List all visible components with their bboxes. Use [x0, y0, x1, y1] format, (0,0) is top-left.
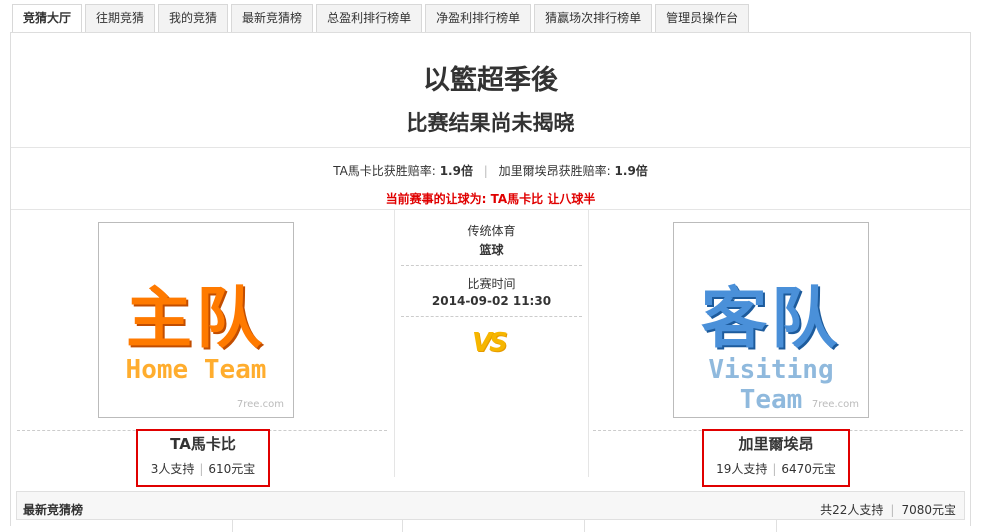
home-team-image: 主队 Home Team 7ree.com [98, 222, 294, 418]
tab-past-guesses[interactable]: 往期竞猜 [85, 4, 156, 32]
tab-net-profit-ranking[interactable]: 净盈利排行榜单 [425, 4, 532, 32]
home-team-name[interactable]: TA馬卡比 [138, 433, 268, 454]
match-panel: 以籃超季後 比赛结果尚未揭晓 TA馬卡比获胜赔率: 1.9倍 | 加里爾埃昂获胜… [10, 32, 971, 532]
board-total-supporters: 共22人支持 [820, 503, 884, 517]
watermark: 7ree.com [811, 399, 859, 410]
match-info: 传统体育 篮球 比赛时间 2014-09-02 11:30 VS [394, 210, 589, 477]
home-odds-value: 1.9倍 [439, 164, 473, 178]
tab-bar: 竞猜大厅 往期竞猜 我的竞猜 最新竞猜榜 总盈利排行榜单 净盈利排行榜单 猜赢场… [12, 4, 752, 33]
watermark: 7ree.com [236, 399, 284, 410]
divider: | [483, 164, 488, 178]
away-team-name[interactable]: 加里爾埃昂 [704, 433, 848, 454]
away-team-card[interactable]: 加里爾埃昂 19人支持 | 6470元宝 [702, 429, 850, 487]
divider [584, 520, 585, 532]
tab-admin-console[interactable]: 管理员操作台 [655, 4, 750, 32]
home-team-image-en: Home Team [125, 355, 267, 385]
tab-win-count-ranking[interactable]: 猜赢场次排行榜单 [534, 4, 653, 32]
tab-total-profit-ranking[interactable]: 总盈利排行榜单 [316, 4, 423, 32]
time-label: 比赛时间 [467, 277, 516, 291]
handicap-text: 当前赛事的让球为: TA馬卡比 让八球半 [385, 192, 596, 206]
divider: | [199, 462, 204, 476]
home-team-stats: 3人支持 | 610元宝 [138, 460, 268, 477]
match-title: 以籃超季後 [423, 65, 558, 96]
time-value: 2014-09-02 11:30 [431, 294, 552, 308]
divider [232, 520, 233, 532]
divider: | [890, 503, 895, 517]
vs-icon: VS [472, 328, 508, 358]
away-amount: 6470元宝 [781, 462, 836, 476]
match-status: 比赛结果尚未揭晓 [406, 111, 575, 135]
away-team-image: 客队 Visiting Team 7ree.com [673, 222, 869, 418]
away-odds-label: 加里爾埃昂获胜赔率: [498, 164, 611, 178]
away-team-image-cn: 客队 [701, 280, 841, 357]
home-amount: 610元宝 [208, 462, 256, 476]
away-team-stats: 19人支持 | 6470元宝 [704, 460, 848, 477]
away-odds-value: 1.9倍 [614, 164, 648, 178]
home-supporters: 3人支持 [150, 462, 195, 476]
category-value: 篮球 [479, 243, 504, 257]
divider: | [772, 462, 777, 476]
away-supporters: 19人支持 [716, 462, 768, 476]
board-title: 最新竞猜榜 [23, 503, 84, 517]
tab-guess-hall[interactable]: 竞猜大厅 [12, 4, 83, 33]
odds-line: TA馬卡比获胜赔率: 1.9倍 | 加里爾埃昂获胜赔率: 1.9倍 [11, 162, 970, 179]
divider [401, 265, 582, 266]
divider [776, 520, 777, 532]
match-header: 以籃超季後 比赛结果尚未揭晓 [11, 43, 970, 148]
home-team-card[interactable]: TA馬卡比 3人支持 | 610元宝 [136, 429, 270, 487]
home-team-image-cn: 主队 [126, 280, 266, 357]
home-odds-label: TA馬卡比获胜赔率: [333, 164, 436, 178]
board-summary: 共22人支持 | 7080元宝 [820, 501, 956, 518]
category-label: 传统体育 [467, 224, 516, 238]
tab-my-guesses[interactable]: 我的竞猜 [158, 4, 229, 32]
board-total-amount: 7080元宝 [901, 503, 956, 517]
divider [402, 520, 403, 532]
tab-latest-guess-board[interactable]: 最新竞猜榜 [231, 4, 314, 32]
divider [401, 316, 582, 317]
